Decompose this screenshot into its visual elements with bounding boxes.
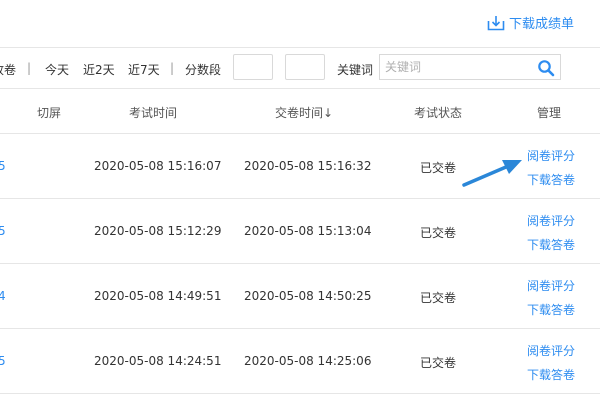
download-report-button[interactable]: 下载成绩单 (487, 13, 574, 32)
row-cut-off-value: 4 (0, 289, 6, 303)
row-cut-off-value: 5 (0, 159, 6, 173)
search-icon[interactable] (537, 59, 555, 77)
grade-paper-link[interactable]: 阅卷评分 (527, 147, 575, 164)
keyword-search-box (379, 54, 561, 80)
row-cut-off-value: 5 (0, 354, 6, 368)
header-submit-time[interactable]: 交卷时间↓ (275, 104, 333, 121)
submit-time: 2020-05-08 15:16:32 (244, 159, 372, 173)
table-row: 5 2020-05-08 14:24:51 2020-05-08 14:25:0… (0, 328, 600, 393)
table-header: 切屏 考试时间 交卷时间↓ 考试状态 管理 (0, 89, 600, 133)
row-cut-off-value: 5 (0, 224, 6, 238)
download-answer-link[interactable]: 下载答卷 (527, 236, 575, 253)
filter-today[interactable]: 今天 (45, 61, 69, 78)
download-report-label: 下载成绩单 (508, 17, 574, 32)
top-bar: 下载成绩单 (0, 0, 600, 47)
filter-last-7-days[interactable]: 近7天 (128, 61, 160, 78)
download-answer-link[interactable]: 下载答卷 (527, 171, 575, 188)
grade-paper-link[interactable]: 阅卷评分 (527, 212, 575, 229)
score-min-input[interactable] (233, 54, 273, 80)
table-row: 4 2020-05-08 14:49:51 2020-05-08 14:50:2… (0, 263, 600, 328)
exam-start-time: 2020-05-08 15:12:29 (94, 224, 222, 238)
filter-last-2-days[interactable]: 近2天 (83, 61, 115, 78)
exam-status: 已交卷 (420, 161, 457, 175)
filter-submitted[interactable]: 收卷 (0, 61, 16, 78)
exam-status: 已交卷 (420, 226, 457, 240)
table-row: 5 2020-05-08 15:16:07 2020-05-08 15:16:3… (0, 133, 600, 198)
grade-paper-link[interactable]: 阅卷评分 (527, 277, 575, 294)
header-exam-time: 考试时间 (129, 106, 178, 120)
header-manage: 管理 (537, 106, 562, 120)
grade-paper-link[interactable]: 阅卷评分 (527, 342, 575, 359)
divider-line (0, 393, 600, 394)
table-row: 5 2020-05-08 15:12:29 2020-05-08 15:13:0… (0, 198, 600, 263)
download-icon (487, 15, 505, 31)
submit-time: 2020-05-08 14:50:25 (244, 289, 372, 303)
exam-start-time: 2020-05-08 14:49:51 (94, 289, 222, 303)
score-range-label: 分数段 (185, 63, 222, 77)
exam-start-time: 2020-05-08 15:16:07 (94, 159, 222, 173)
submit-time: 2020-05-08 15:13:04 (244, 224, 372, 238)
header-exam-status: 考试状态 (414, 106, 463, 120)
exam-status: 已交卷 (420, 291, 457, 305)
keyword-input[interactable] (385, 57, 533, 77)
filter-divider: | (170, 61, 175, 75)
score-max-input[interactable] (285, 54, 325, 80)
filter-divider: | (27, 61, 32, 75)
submit-time: 2020-05-08 14:25:06 (244, 354, 372, 368)
download-answer-link[interactable]: 下载答卷 (527, 366, 575, 383)
filter-bar: 收卷 | 今天 近2天 近7天 | 分数段 关键词 (0, 48, 600, 88)
download-answer-link[interactable]: 下载答卷 (527, 301, 575, 318)
header-switch-screen: 切屏 (37, 106, 62, 120)
exam-start-time: 2020-05-08 14:24:51 (94, 354, 222, 368)
keyword-label: 关键词 (337, 63, 374, 77)
exam-status: 已交卷 (420, 356, 457, 370)
